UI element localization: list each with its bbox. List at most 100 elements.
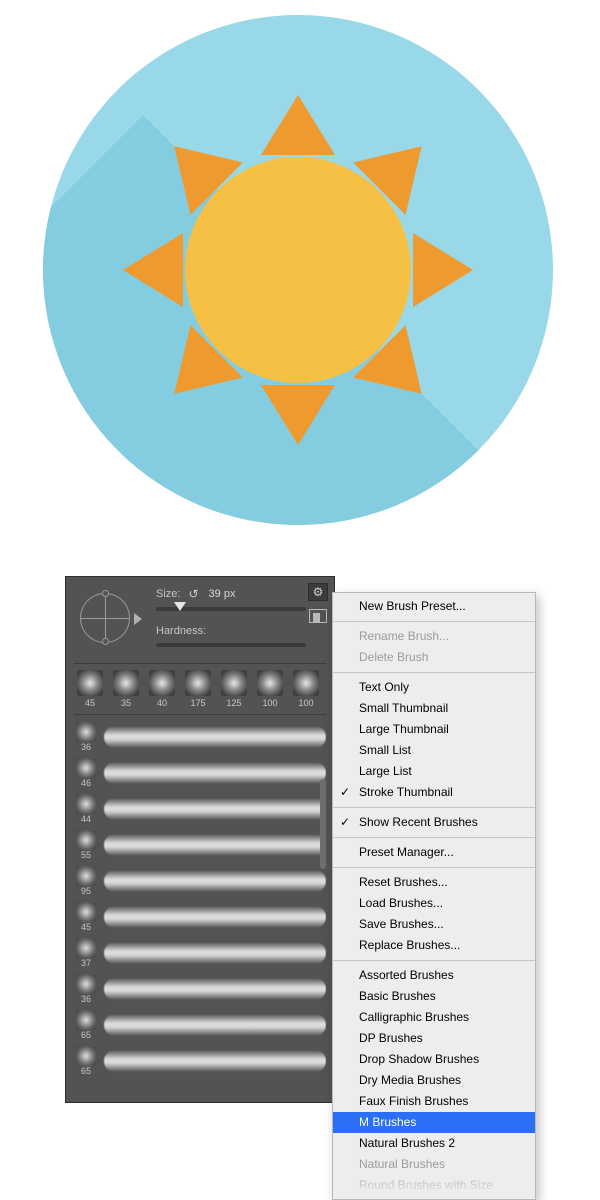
brush-list-item[interactable]: 65 bbox=[74, 1043, 326, 1079]
brush-list-item[interactable]: 36 bbox=[74, 719, 326, 755]
menu-item[interactable]: Dry Media Brushes bbox=[333, 1070, 535, 1091]
menu-item-label: Text Only bbox=[359, 680, 409, 694]
brush-size-label: 35 bbox=[110, 698, 142, 708]
brush-swatch-icon bbox=[77, 670, 103, 696]
menu-item[interactable]: Large List bbox=[333, 761, 535, 782]
recent-brush[interactable]: 100 bbox=[254, 670, 286, 708]
menu-item-label: Natural Brushes 2 bbox=[359, 1136, 455, 1150]
menu-item[interactable]: Small List bbox=[333, 740, 535, 761]
brush-list-item[interactable]: 37 bbox=[74, 935, 326, 971]
brush-size-label: 95 bbox=[74, 887, 98, 896]
brush-stroke-preview bbox=[104, 906, 326, 928]
menu-item-label: Large Thumbnail bbox=[359, 722, 449, 736]
menu-item-label: Small Thumbnail bbox=[359, 701, 448, 715]
brush-list-item[interactable]: 45 bbox=[74, 1079, 326, 1081]
menu-item-label: Natural Brushes bbox=[359, 1157, 445, 1171]
brush-swatch-icon bbox=[76, 974, 96, 994]
recent-brush[interactable]: 175 bbox=[182, 670, 214, 708]
menu-item[interactable]: New Brush Preset... bbox=[333, 596, 535, 617]
menu-item[interactable]: ✓Show Recent Brushes bbox=[333, 812, 535, 833]
hardness-slider[interactable] bbox=[156, 643, 306, 647]
brush-swatch-icon bbox=[76, 830, 96, 850]
divider bbox=[74, 714, 326, 715]
brush-size-label: 37 bbox=[74, 959, 98, 968]
menu-item[interactable]: Small Thumbnail bbox=[333, 698, 535, 719]
reset-size-icon[interactable]: ↺ bbox=[188, 587, 198, 601]
brush-size-label: 44 bbox=[74, 815, 98, 824]
menu-separator bbox=[333, 807, 535, 808]
brush-size-label: 45 bbox=[74, 923, 98, 932]
menu-item[interactable]: Text Only bbox=[333, 677, 535, 698]
menu-item[interactable]: ✓Stroke Thumbnail bbox=[333, 782, 535, 803]
brush-swatch-icon bbox=[185, 670, 211, 696]
brush-swatch-icon bbox=[76, 758, 96, 778]
brush-size-label: 55 bbox=[74, 851, 98, 860]
brush-list-item[interactable]: 55 bbox=[74, 827, 326, 863]
brush-size-label: 125 bbox=[218, 698, 250, 708]
menu-item[interactable]: M Brushes bbox=[333, 1112, 535, 1133]
size-slider[interactable] bbox=[156, 607, 306, 611]
brush-size-label: 65 bbox=[74, 1067, 98, 1076]
sun-ray-icon bbox=[413, 233, 473, 307]
checkmark-icon: ✓ bbox=[340, 784, 350, 801]
brush-swatch-icon bbox=[76, 722, 96, 742]
menu-item[interactable]: Basic Brushes bbox=[333, 986, 535, 1007]
brush-stroke-list[interactable]: 36 46 44 55 95 45 37 36 65 65 45 bbox=[74, 719, 326, 1081]
menu-item-label: Calligraphic Brushes bbox=[359, 1010, 469, 1024]
menu-item[interactable]: Drop Shadow Brushes bbox=[333, 1049, 535, 1070]
brush-size-label: 36 bbox=[74, 995, 98, 1004]
menu-item[interactable]: Preset Manager... bbox=[333, 842, 535, 863]
menu-item[interactable]: Faux Finish Brushes bbox=[333, 1091, 535, 1112]
slider-thumb-icon[interactable] bbox=[174, 602, 186, 611]
brush-list-item[interactable]: 44 bbox=[74, 791, 326, 827]
menu-item: Rename Brush... bbox=[333, 626, 535, 647]
brush-angle-widget[interactable] bbox=[76, 587, 142, 653]
brush-list-item[interactable]: 45 bbox=[74, 899, 326, 935]
menu-item-label: M Brushes bbox=[359, 1115, 416, 1129]
menu-item[interactable]: Save Brushes... bbox=[333, 914, 535, 935]
recent-brush[interactable]: 40 bbox=[146, 670, 178, 708]
menu-item-label: Save Brushes... bbox=[359, 917, 444, 931]
size-value[interactable]: 39 px bbox=[207, 588, 238, 600]
menu-item[interactable]: Large Thumbnail bbox=[333, 719, 535, 740]
menu-item-label: Replace Brushes... bbox=[359, 938, 460, 952]
brush-panel-header: Size: ↺ 39 px Hardness: ⚙ bbox=[66, 577, 334, 663]
menu-item-label: Preset Manager... bbox=[359, 845, 454, 859]
menu-item-label: Dry Media Brushes bbox=[359, 1073, 461, 1087]
recent-brush[interactable]: 125 bbox=[218, 670, 250, 708]
gear-icon[interactable]: ⚙ bbox=[308, 583, 328, 601]
menu-item[interactable]: Calligraphic Brushes bbox=[333, 1007, 535, 1028]
menu-item[interactable]: Load Brushes... bbox=[333, 893, 535, 914]
brush-size-label: 45 bbox=[74, 698, 106, 708]
menu-item-label: Drop Shadow Brushes bbox=[359, 1052, 479, 1066]
brush-stroke-preview bbox=[104, 762, 326, 784]
brush-swatch-icon bbox=[113, 670, 139, 696]
menu-item[interactable]: DP Brushes bbox=[333, 1028, 535, 1049]
brush-swatch-icon bbox=[76, 902, 96, 922]
new-brush-preset-icon[interactable] bbox=[309, 609, 327, 623]
menu-item-label: Small List bbox=[359, 743, 411, 757]
brush-flyout-menu: New Brush Preset... Rename Brush... Delete… bbox=[332, 592, 536, 1200]
brush-size-label: 36 bbox=[74, 743, 98, 752]
brush-flyout-panel: Size: ↺ 39 px Hardness: ⚙ 45 35 40175 125 10… bbox=[65, 576, 335, 1103]
brush-swatch-icon bbox=[76, 938, 96, 958]
recent-brush[interactable]: 100 bbox=[290, 670, 322, 708]
menu-separator bbox=[333, 960, 535, 961]
recent-brush[interactable]: 35 bbox=[110, 670, 142, 708]
sun-illustration bbox=[43, 15, 553, 525]
recent-brush[interactable]: 45 bbox=[74, 670, 106, 708]
menu-item: Delete Brush bbox=[333, 647, 535, 668]
brush-stroke-preview bbox=[104, 726, 326, 748]
menu-item-label: Rename Brush... bbox=[359, 629, 449, 643]
menu-item[interactable]: Natural Brushes 2 bbox=[333, 1133, 535, 1154]
sun-background-circle bbox=[43, 15, 553, 525]
scrollbar-thumb[interactable] bbox=[320, 779, 326, 869]
menu-item[interactable]: Replace Brushes... bbox=[333, 935, 535, 956]
brush-list-item[interactable]: 95 bbox=[74, 863, 326, 899]
brush-list-item[interactable]: 36 bbox=[74, 971, 326, 1007]
brush-swatch-icon bbox=[257, 670, 283, 696]
brush-list-item[interactable]: 65 bbox=[74, 1007, 326, 1043]
menu-item[interactable]: Reset Brushes... bbox=[333, 872, 535, 893]
menu-item[interactable]: Assorted Brushes bbox=[333, 965, 535, 986]
brush-list-item[interactable]: 46 bbox=[74, 755, 326, 791]
